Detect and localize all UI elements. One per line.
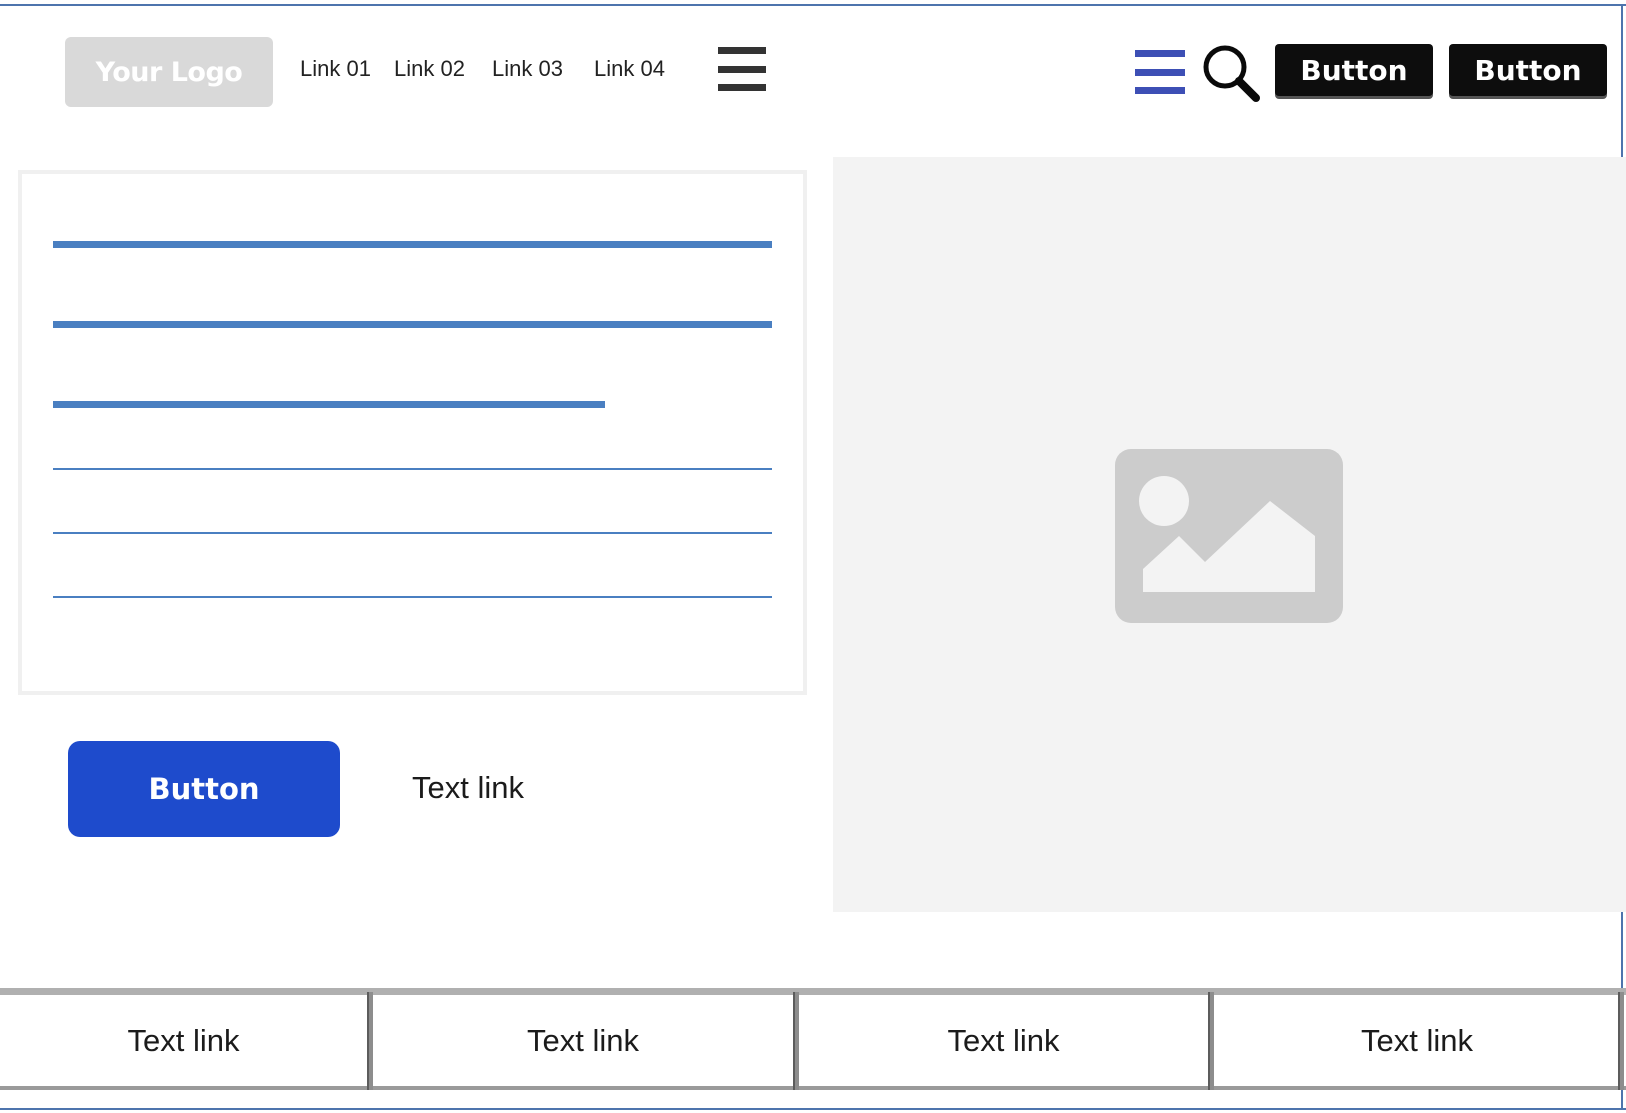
header-button-1[interactable]: Button	[1275, 44, 1433, 96]
footer-divider-4	[1618, 992, 1624, 1090]
hamburger-blue-icon[interactable]	[1135, 50, 1185, 95]
content-card	[18, 170, 807, 695]
page-frame: Your Logo Link 01 Link 02 Link 03 Link 0…	[0, 0, 1626, 1113]
heading-line-3	[53, 401, 605, 408]
nav-link-03[interactable]: Link 03	[492, 56, 563, 82]
footer-link-1[interactable]: Text link	[0, 995, 367, 1086]
text-line-2	[53, 532, 772, 534]
image-placeholder-icon	[1115, 449, 1343, 623]
text-line-3	[53, 596, 772, 598]
heading-line-2	[53, 321, 772, 328]
footer-link-3[interactable]: Text link	[799, 995, 1208, 1086]
footer-nav: Text link Text link Text link Text link	[0, 988, 1626, 1090]
nav-link-01[interactable]: Link 01	[300, 56, 371, 82]
nav-link-04[interactable]: Link 04	[594, 56, 665, 82]
text-line-1	[53, 468, 772, 470]
frame-bottom-border	[0, 1108, 1626, 1110]
footer-link-2[interactable]: Text link	[373, 995, 793, 1086]
heading-line-1	[53, 241, 772, 248]
hamburger-icon[interactable]	[718, 47, 766, 92]
logo[interactable]: Your Logo	[65, 37, 273, 107]
search-icon[interactable]	[1200, 42, 1262, 104]
footer-link-4[interactable]: Text link	[1214, 995, 1620, 1086]
frame-top-border	[0, 4, 1626, 6]
text-link[interactable]: Text link	[412, 770, 524, 806]
header-button-2[interactable]: Button	[1449, 44, 1607, 96]
primary-button[interactable]: Button	[68, 741, 340, 837]
nav-link-02[interactable]: Link 02	[394, 56, 465, 82]
